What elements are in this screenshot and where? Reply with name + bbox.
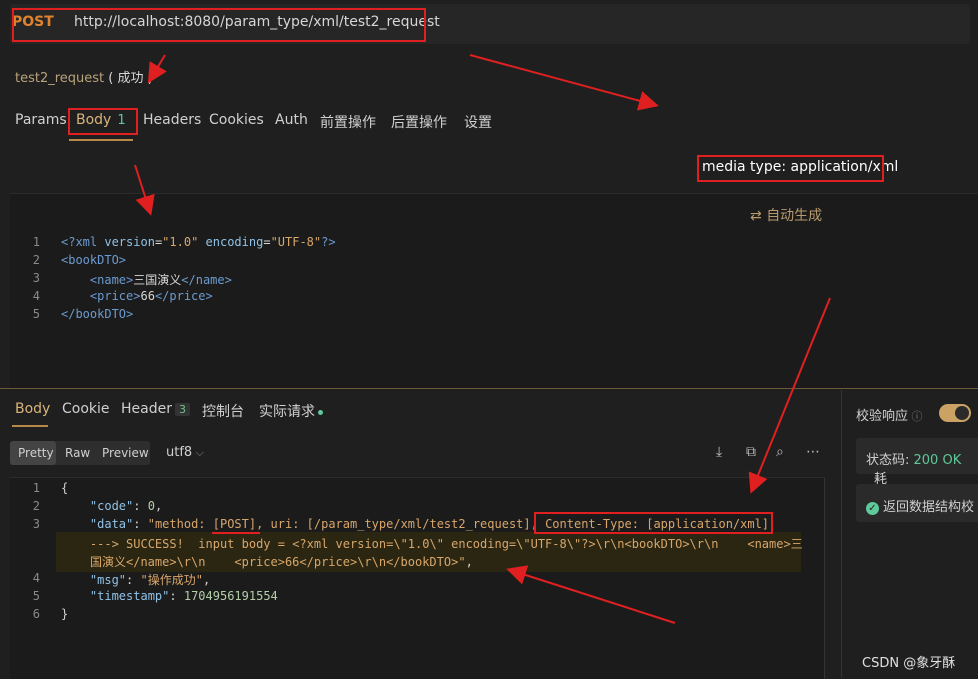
annotation-arrows (134, 54, 831, 624)
annotation-arrow (469, 54, 659, 111)
annotation-arrow (748, 297, 831, 494)
annotation-arrow (134, 164, 155, 216)
annotation-arrow (147, 54, 167, 84)
annotation-arrow (506, 565, 676, 624)
